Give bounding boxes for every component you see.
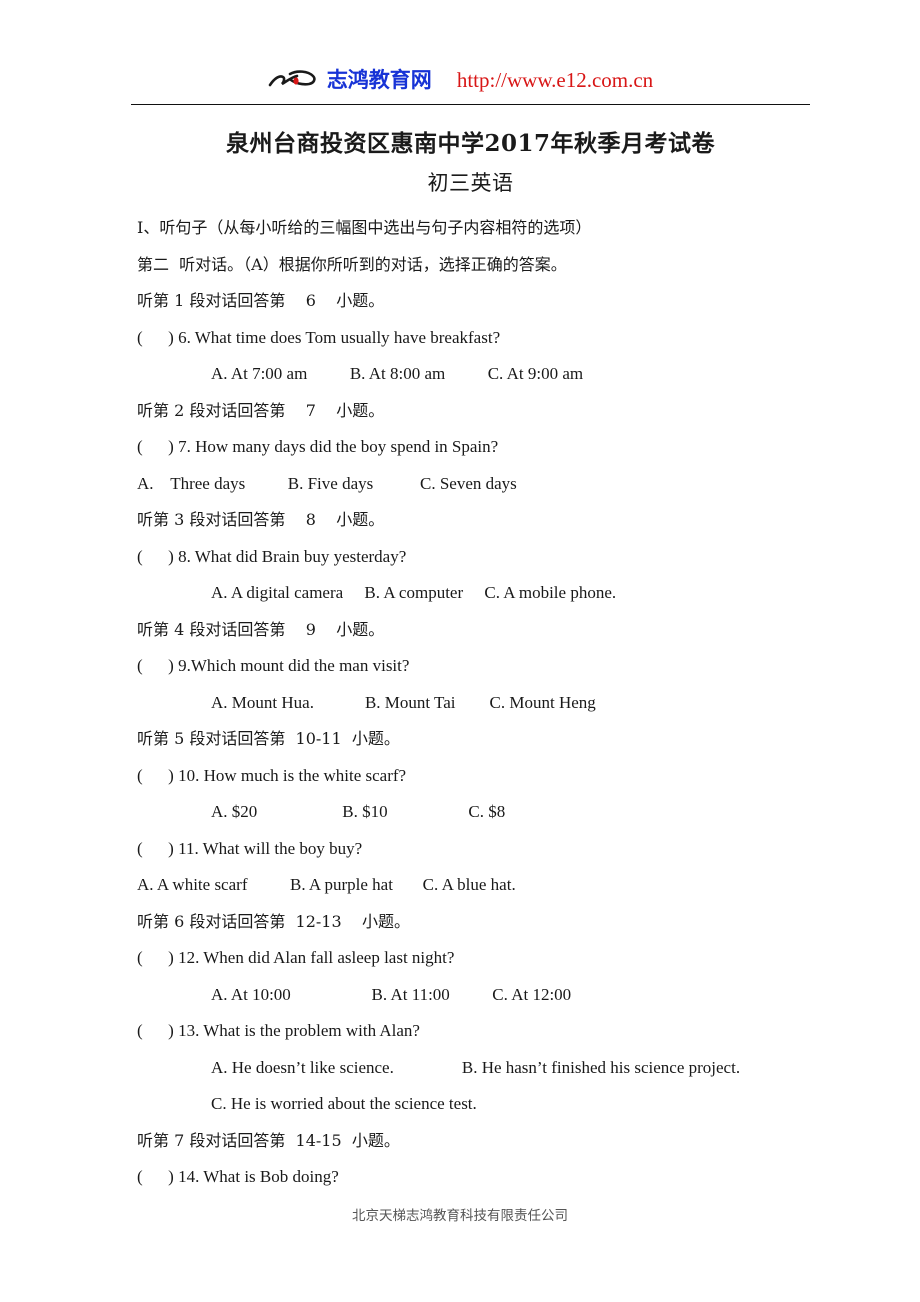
exam-line: 听第 7 段对话回答第 14-15 小题。 (137, 1130, 400, 1150)
exam-line: 听第 2 段对话回答第 7 小题。 (137, 400, 385, 420)
exam-line: ( ) 8. What did Brain buy yesterday? (137, 546, 407, 566)
exam-line: ( ) 7. How many days did the boy spend i… (137, 437, 499, 456)
exam-line: 听第 1 段对话回答第 6 小题。 (137, 291, 385, 310)
exam-line: I、听句子（从每小听给的三幅图中选出与句子内容相符的选项） (137, 218, 592, 237)
exam-paper-page: 志鸿教育网 http://www.e12.com.cn 泉州台商投资区惠南中学2… (0, 0, 920, 1302)
brand-url-text: http://www.e12.com.cn (456, 67, 654, 92)
exam-line: ( ) 9.Which mount did the man visit? (137, 656, 410, 675)
exam-line: ( ) 10. How much is the white scarf? (137, 765, 407, 785)
exam-line: A. A white scarf B. A purple hat C. A bl… (137, 875, 516, 894)
exam-line: ( ) 11. What will the boy buy? (137, 838, 363, 858)
exam-line: C. He is worried about the science test. (211, 1094, 477, 1113)
exam-line: 听第 6 段对话回答第 12-13 小题。 (137, 911, 410, 931)
site-watermark-header: 志鸿教育网 http://www.e12.com.cn (131, 58, 810, 102)
exam-line: A. At 10:00 B. At 11:00 C. At 12:00 (211, 984, 572, 1004)
brand-lockup: 志鸿教育网 http://www.e12.com.cn (268, 68, 653, 92)
exam-line: ( ) 14. What is Bob doing? (137, 1167, 339, 1186)
exam-line: A. He doesn’t like science. B. He hasn’t… (211, 1057, 741, 1077)
page-subtitle: 初三英语 (427, 171, 514, 195)
exam-line: A. A digital camera B. A computer C. A m… (211, 583, 617, 602)
page-title: 泉州台商投资区惠南中学2017年秋季月考试卷 (225, 130, 715, 157)
exam-line: ( ) 13. What is the problem with Alan? (137, 1021, 420, 1040)
exam-line: 听第 4 段对话回答第 9 小题。 (137, 619, 385, 639)
exam-body: I、听句子（从每小听给的三幅图中选出与句子内容相符的选项） 第二 听对话。（A）根… (137, 210, 817, 1196)
exam-line: 听第 3 段对话回答第 8 小题。 (137, 510, 385, 529)
exam-line: ( ) 12. When did Alan fall asleep last n… (137, 948, 455, 967)
exam-line: ( ) 6. What time does Tom usually have b… (137, 327, 501, 347)
exam-line: A. At 7:00 am B. At 8:00 am C. At 9:00 a… (211, 364, 584, 383)
exam-line: A. Mount Hua. B. Mount Tai C. Mount Heng (211, 692, 596, 712)
brand-name-text: 志鸿教育网 (326, 67, 432, 92)
exam-line: A. $20 B. $10 C. $8 (211, 802, 506, 821)
page-footer: 北京天梯志鸿教育科技有限责任公司 (352, 1208, 568, 1224)
header-divider-rule (131, 104, 810, 105)
exam-line: 听第 5 段对话回答第 10-11 小题。 (137, 729, 400, 748)
brush-stroke-logo-icon (268, 70, 316, 87)
exam-line: 第二 听对话。（A）根据你所听到的对话，选择正确的答案。 (137, 254, 567, 274)
exam-line: A. Three days B. Five days C. Seven days (137, 473, 517, 493)
